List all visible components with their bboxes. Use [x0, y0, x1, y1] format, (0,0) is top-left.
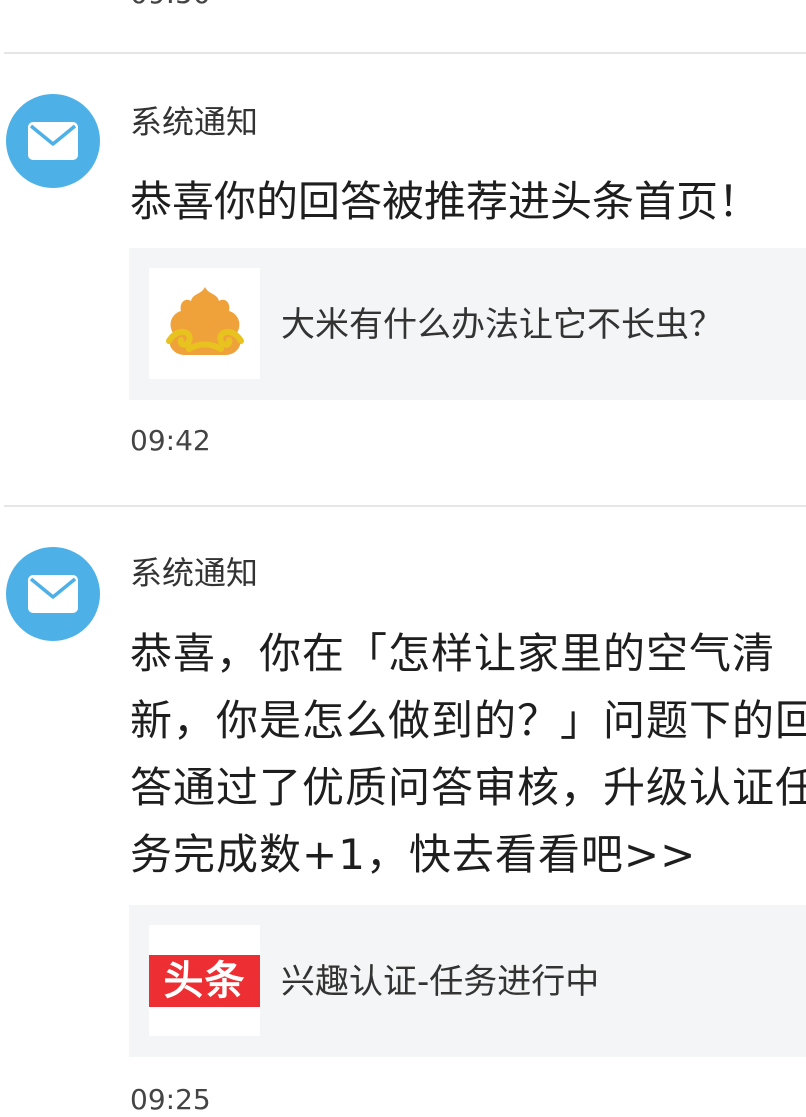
sender-name: 系统通知	[130, 554, 259, 592]
notification-list: 09:50 系统通知 恭喜你的回答被推荐进头条首页！ 大米有什么办法让它不长虫？…	[0, 0, 806, 1117]
notification-item[interactable]: 系统通知 恭喜你的回答被推荐进头条首页！ 大米有什么办法让它不长虫？ 09:42	[0, 54, 806, 506]
notification-time: 09:25	[130, 1083, 211, 1116]
sender-name: 系统通知	[130, 103, 259, 141]
notification-item[interactable]: 系统通知 恭喜，你在「怎样让家里的空气清新，你是怎么做到的？」问题下的回答通过了…	[0, 507, 806, 1117]
toutiao-logo: 头条	[149, 954, 260, 1007]
envelope-icon	[28, 122, 78, 160]
task-link-card[interactable]: 头条 兴趣认证-任务进行中	[129, 905, 806, 1057]
notification-message: 恭喜，你在「怎样让家里的空气清新，你是怎么做到的？」问题下的回答通过了优质问答审…	[130, 629, 806, 879]
system-notice-avatar	[6, 547, 100, 641]
referenced-question-card[interactable]: 大米有什么办法让它不长虫？	[129, 248, 806, 400]
system-notice-avatar	[6, 94, 100, 188]
task-title: 兴趣认证-任务进行中	[281, 962, 600, 1002]
toutiao-thumbnail: 头条	[149, 925, 260, 1036]
notification-message: 恭喜你的回答被推荐进头条首页！	[130, 177, 761, 226]
referenced-question-title: 大米有什么办法让它不长虫？	[281, 305, 723, 345]
envelope-icon	[28, 575, 78, 613]
previous-item-time: 09:50	[130, 0, 211, 10]
golden-cloud-flame-icon	[165, 286, 244, 355]
notification-time: 09:42	[130, 424, 211, 457]
question-thumbnail	[149, 268, 260, 379]
